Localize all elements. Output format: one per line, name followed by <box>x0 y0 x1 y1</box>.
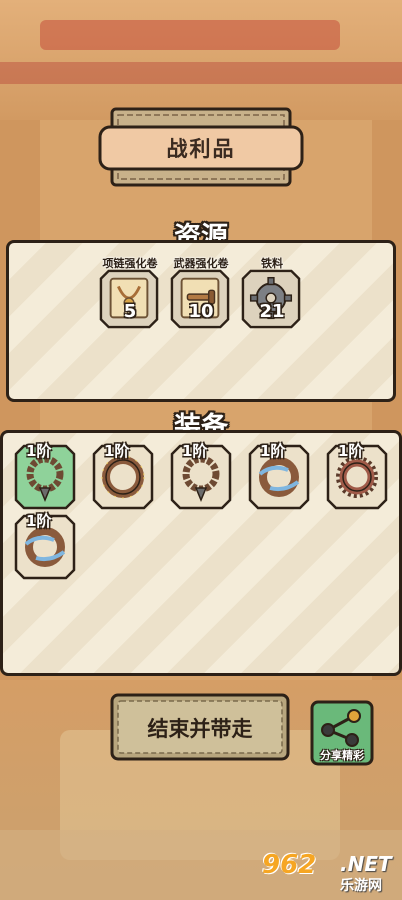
page-title: 战利品 <box>166 137 236 161</box>
site-watermark: 962 .NET 乐游网 <box>262 850 398 896</box>
resource-count: 21 <box>259 301 285 322</box>
equipment-tier: 1阶 <box>104 442 130 460</box>
equipment-tier: 1阶 <box>26 442 52 460</box>
equipment-item[interactable]: 1阶 <box>14 442 76 510</box>
watermark-number: 962 <box>262 850 317 880</box>
resource-count: 5 <box>123 301 137 322</box>
loot-title-plaque: 战利品 <box>98 107 304 187</box>
end-and-take-label: 结束并带走 <box>147 717 253 741</box>
end-and-take-button[interactable]: 结束并带走 <box>110 693 290 761</box>
watermark-net: .NET <box>340 852 392 876</box>
equipment-item[interactable]: 1阶 <box>14 512 76 580</box>
equipment-item[interactable]: 1阶 <box>170 442 232 510</box>
share-button[interactable]: 分享精彩 <box>310 700 374 766</box>
equipment-item[interactable]: 1阶 <box>248 442 310 510</box>
equipment-item[interactable]: 1阶 <box>92 442 154 510</box>
equipment-tier: 1阶 <box>338 442 364 460</box>
share-label: 分享精彩 <box>320 749 364 762</box>
equipment-tier: 1阶 <box>182 442 208 460</box>
equipment-item[interactable]: 1阶 <box>326 442 388 510</box>
equipment-tier: 1阶 <box>26 512 52 530</box>
equipment-tier: 1阶 <box>260 442 286 460</box>
watermark-sub: 乐游网 <box>340 878 382 894</box>
resource-count: 10 <box>188 301 214 322</box>
